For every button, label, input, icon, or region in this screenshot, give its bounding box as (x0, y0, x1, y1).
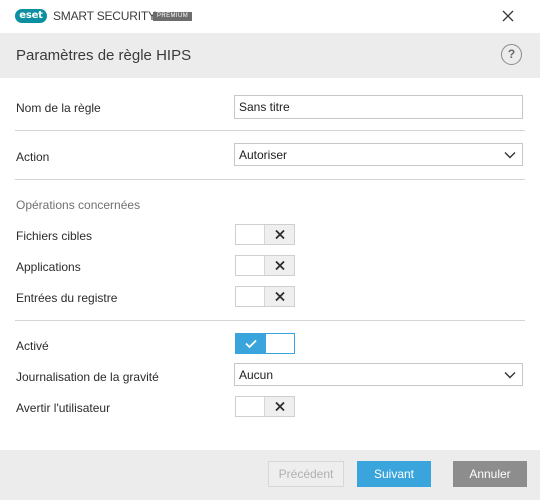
previous-button[interactable]: Précédent (268, 461, 344, 487)
chevron-down-icon (504, 152, 516, 159)
operations-section-heading: Opérations concernées (16, 198, 141, 212)
divider (15, 320, 525, 321)
toggle-knob (264, 287, 294, 306)
applications-label: Applications (16, 260, 81, 274)
divider (15, 130, 525, 131)
action-select[interactable]: Autoriser (234, 143, 523, 166)
registry-entries-label: Entrées du registre (16, 291, 118, 305)
eset-logo: eset (15, 9, 47, 23)
close-button[interactable] (496, 5, 520, 27)
x-icon (275, 229, 285, 240)
help-button[interactable]: ? (501, 44, 522, 65)
logging-severity-label: Journalisation de la gravité (16, 370, 159, 384)
rule-name-label: Nom de la règle (16, 101, 101, 115)
next-button[interactable]: Suivant (357, 461, 431, 487)
logging-severity-value: Aucun (239, 368, 274, 382)
divider (15, 179, 525, 180)
x-icon (275, 401, 285, 412)
x-icon (275, 260, 285, 271)
enabled-label: Activé (16, 339, 49, 353)
check-icon (245, 339, 257, 349)
rule-name-input[interactable] (234, 95, 523, 119)
action-select-value: Autoriser (239, 148, 288, 162)
notify-user-toggle[interactable] (235, 396, 295, 417)
target-files-toggle[interactable] (235, 224, 295, 245)
toggle-knob (264, 256, 294, 275)
title-bar: eset SMART SECURITY PREMIUM (0, 0, 540, 33)
page-title: Paramètres de règle HIPS (16, 47, 192, 64)
toggle-knob (264, 397, 294, 416)
notify-user-label: Avertir l'utilisateur (16, 401, 111, 415)
toggle-knob (264, 225, 294, 244)
cancel-button[interactable]: Annuler (453, 461, 527, 487)
action-label: Action (16, 150, 50, 164)
close-icon (502, 10, 514, 22)
chevron-down-icon (504, 372, 516, 379)
x-icon (275, 291, 285, 302)
enabled-toggle[interactable] (235, 333, 295, 354)
logging-severity-select[interactable]: Aucun (234, 363, 523, 386)
registry-entries-toggle[interactable] (235, 286, 295, 307)
dialog-header: Paramètres de règle HIPS ? (0, 33, 540, 78)
toggle-knob (236, 334, 266, 353)
applications-toggle[interactable] (235, 255, 295, 276)
target-files-label: Fichiers cibles (16, 229, 93, 243)
edition-badge: PREMIUM (153, 12, 193, 21)
product-name: SMART SECURITY (53, 9, 156, 23)
